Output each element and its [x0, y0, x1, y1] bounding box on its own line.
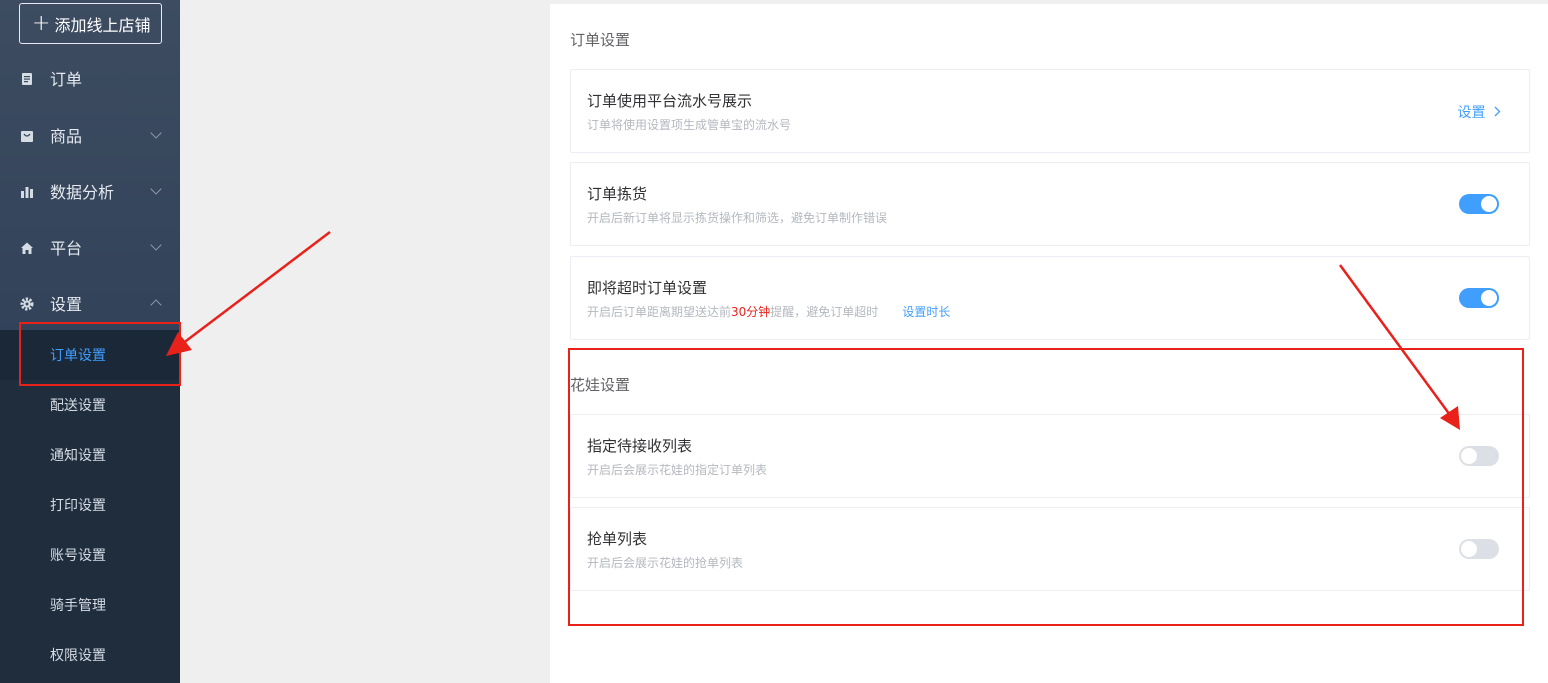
order-picking-toggle[interactable]	[1459, 194, 1499, 214]
card-title: 订单使用平台流水号展示	[587, 92, 753, 110]
timeout-order-toggle[interactable]	[1459, 288, 1499, 308]
annotation-arrow-left	[181, 231, 331, 345]
add-store-button[interactable]: + 添加线上店铺	[19, 3, 162, 44]
submenu-item-delivery-settings[interactable]: 配送设置	[0, 380, 180, 430]
nav-label: 数据分析	[50, 183, 115, 202]
card-description: 开启后订单距离期望送达前30分钟提醒，避免订单超时 设置时长	[587, 303, 950, 320]
nav-label: 商品	[50, 127, 83, 146]
settings-link[interactable]: 设置	[1458, 102, 1501, 122]
bar-chart-icon	[20, 184, 34, 198]
submenu-item-rider-management[interactable]: 骑手管理	[0, 580, 180, 630]
gear-icon	[20, 296, 34, 311]
card-order-picking: 订单拣货 开启后新订单将显示拣货操作和筛选，避免订单制作错误	[570, 162, 1530, 246]
desc-highlight: 30分钟	[731, 305, 771, 319]
chevron-down-icon	[150, 127, 162, 139]
nav-label: 设置	[50, 295, 83, 314]
bag-icon	[20, 128, 34, 142]
home-icon	[20, 240, 34, 254]
add-store-label: 添加线上店铺	[54, 15, 151, 35]
chevron-down-icon	[150, 183, 162, 195]
nav-item-analytics[interactable]: 数据分析	[0, 167, 180, 215]
desc-after: 提醒，避免订单超时	[770, 305, 879, 319]
nav-label: 平台	[50, 239, 83, 258]
card-description: 订单将使用设置项生成管单宝的流水号	[587, 118, 792, 132]
card-platform-serial-number: 订单使用平台流水号展示 订单将使用设置项生成管单宝的流水号 设置	[570, 69, 1530, 153]
annotation-highlight-box	[568, 348, 1524, 626]
nav-item-products[interactable]: 商品	[0, 111, 180, 159]
document-icon	[20, 71, 34, 85]
chevron-down-icon	[150, 239, 162, 251]
card-timeout-order-settings: 即将超时订单设置 开启后订单距离期望送达前30分钟提醒，避免订单超时 设置时长	[570, 256, 1530, 340]
card-title: 即将超时订单设置	[587, 279, 708, 297]
submenu-item-notification-settings[interactable]: 通知设置	[0, 430, 180, 480]
nav-label: 订单	[50, 70, 83, 89]
chevron-up-icon	[150, 299, 162, 311]
card-description: 开启后新订单将显示拣货操作和筛选，避免订单制作错误	[587, 211, 888, 225]
toggle-knob	[1481, 290, 1497, 306]
submenu-item-account-settings[interactable]: 账号设置	[0, 530, 180, 580]
settings-link-label: 设置	[1457, 105, 1486, 121]
nav-item-orders[interactable]: 订单	[0, 54, 180, 102]
nav-item-settings[interactable]: 设置	[0, 279, 180, 327]
annotation-highlight-box	[19, 322, 181, 386]
toggle-knob	[1481, 196, 1497, 212]
set-duration-link[interactable]: 设置时长	[902, 305, 950, 319]
chevron-right-icon	[1490, 105, 1501, 121]
submenu-item-print-settings[interactable]: 打印设置	[0, 480, 180, 530]
order-section-title: 订单设置	[570, 31, 631, 49]
nav-item-platform[interactable]: 平台	[0, 223, 180, 271]
submenu-item-permission-settings[interactable]: 权限设置	[0, 630, 180, 680]
desc-before: 开启后订单距离期望送达前	[587, 305, 732, 319]
card-title: 订单拣货	[587, 185, 648, 203]
plus-icon: +	[32, 10, 51, 36]
